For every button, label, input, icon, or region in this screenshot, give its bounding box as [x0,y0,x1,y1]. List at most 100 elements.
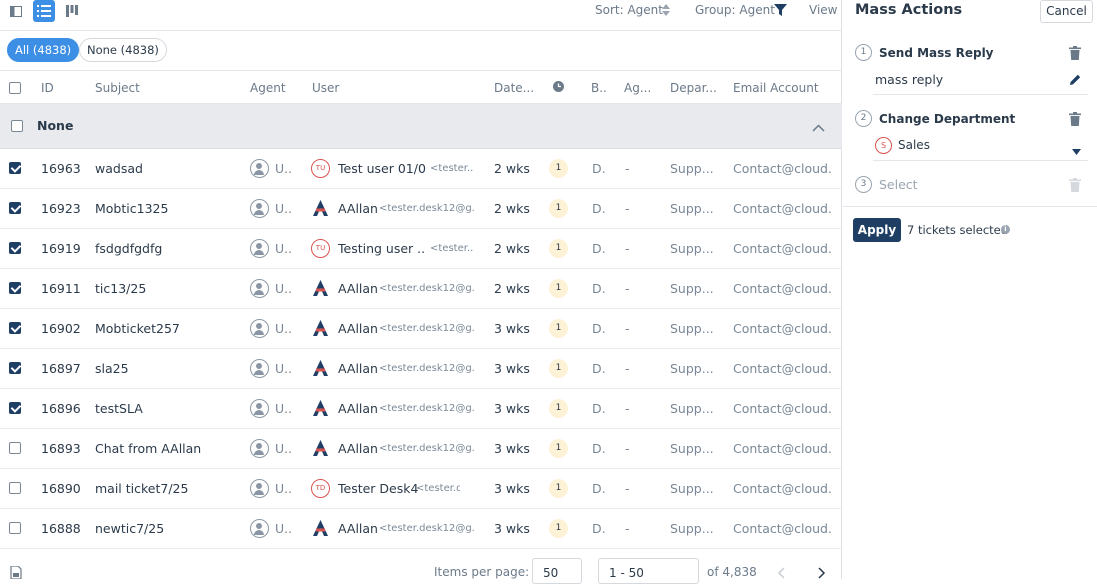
ticket-subject[interactable]: Chat from AAllan [95,441,245,456]
ticket-subject[interactable]: sla25 [95,361,245,376]
ticket-id[interactable]: 16963 [41,161,81,176]
user-name[interactable]: Test user 01/07 [338,161,426,176]
ticket-id[interactable]: 16893 [41,441,81,456]
row-checkbox[interactable] [9,402,21,414]
row-checkbox[interactable] [9,442,21,454]
table-row[interactable]: 16923 Mobtic1325 U.. AAllan <tester.desk12@g… [0,189,842,229]
row-checkbox[interactable] [9,242,21,254]
user-email: <tester.desk12@g... [379,363,474,374]
count-badge: 1 [549,319,568,338]
email-account-value: Contact@cloud... [733,401,833,416]
group-header-row[interactable]: None [0,104,842,149]
clock-icon[interactable] [553,81,564,95]
row-checkbox[interactable] [9,322,21,334]
user-email: <tester.desk12@g... [379,323,474,334]
group-button[interactable]: Group: Agent [695,3,775,17]
b-value: D. [592,281,606,296]
ticket-subject[interactable]: fsdgdfgdfg [95,241,245,256]
ticket-id[interactable]: 16896 [41,401,81,416]
table-row[interactable]: 16963 wadsad U.. TU Test user 01/07 <tester..… [0,149,842,189]
ticket-subject[interactable]: tic13/25 [95,281,245,296]
agent-name: U.. [275,481,293,496]
table-row[interactable]: 16893 Chat from AAllan U.. AAllan <tester.de… [0,429,842,469]
column-department[interactable]: Depar... [670,81,717,95]
row-checkbox[interactable] [9,162,21,174]
group-label: None [37,118,74,133]
page-range-select[interactable]: 1 - 50 [598,558,699,584]
ticket-subject[interactable]: mail ticket7/25 [95,481,245,496]
edit-pencil-icon[interactable] [1070,73,1081,88]
column-agent[interactable]: Agent [250,81,286,95]
count-badge: 1 [549,399,568,418]
table-row[interactable]: 16896 testSLA U.. AAllan <tester.desk12@g...… [0,389,842,429]
department-select[interactable]: Sales [898,138,930,152]
ticket-subject[interactable]: Mobticket257 [95,321,245,336]
ticket-subject[interactable]: testSLA [95,401,245,416]
export-icon[interactable] [10,565,22,582]
table-row[interactable]: 16919 fsdgdfgdfg U.. TU Testing user ... <tes… [0,229,842,269]
table-row[interactable]: 16911 tic13/25 U.. AAllan <tester.desk12@g..… [0,269,842,309]
ticket-id[interactable]: 16888 [41,521,81,536]
view-button[interactable]: View [809,3,837,17]
table-row[interactable]: 16897 sla25 U.. AAllan <tester.desk12@g... 3 … [0,349,842,389]
ticket-id[interactable]: 16897 [41,361,81,376]
row-checkbox[interactable] [9,282,21,294]
ticket-date: 2 wks [494,201,530,216]
select-action-dropdown[interactable]: Select [879,177,918,192]
mass-reply-value[interactable]: mass reply [875,72,943,87]
group-select-checkbox[interactable] [11,120,23,132]
column-ag[interactable]: Ag... [624,81,651,95]
b-value: D. [592,361,606,376]
row-checkbox[interactable] [9,522,21,534]
ticket-id[interactable]: 16902 [41,321,81,336]
b-value: D. [592,401,606,416]
sort-button[interactable]: Sort: Agent [595,3,663,17]
filter-all-pill[interactable]: All (4838) [7,38,80,62]
prev-page-icon[interactable] [777,567,785,582]
mass-actions-title: Mass Actions [855,2,963,18]
ticket-subject[interactable]: newtic7/25 [95,521,245,536]
info-icon[interactable]: i [1001,225,1010,234]
filter-icon[interactable] [774,4,787,19]
ticket-id[interactable]: 16890 [41,481,81,496]
ticket-subject[interactable]: wadsad [95,161,245,176]
sidebar-toggle-icon[interactable] [5,0,27,22]
ticket-subject[interactable]: Mobtic1325 [95,201,245,216]
email-account-value: Contact@cloud... [733,441,833,456]
row-checkbox[interactable] [9,362,21,374]
row-checkbox[interactable] [9,202,21,214]
department-value: Supp... [670,481,714,496]
ticket-id[interactable]: 16923 [41,201,81,216]
table-row[interactable]: 16888 newtic7/25 U.. AAllan <tester.desk12@g… [0,509,842,549]
column-email-account[interactable]: Email Account [733,81,819,95]
column-user[interactable]: User [312,81,339,95]
board-view-icon[interactable] [61,0,83,22]
chevron-down-icon[interactable] [1072,143,1081,158]
row-checkbox[interactable] [9,482,21,494]
table-row[interactable]: 16902 Mobticket257 U.. AAllan <tester.desk12… [0,309,842,349]
list-view-icon[interactable] [33,0,55,22]
ag-value: - [625,521,630,536]
table-row[interactable]: 16890 mail ticket7/25 U.. TD Tester Desk4 <te… [0,469,842,509]
column-id[interactable]: ID [41,81,54,95]
user-name[interactable]: Tester Desk4 [338,481,426,496]
column-date[interactable]: Date... [494,81,534,95]
filter-none-pill[interactable]: None (4838) [79,38,167,62]
user-email: <tester.desk12@g... [379,203,474,214]
next-page-icon[interactable] [818,567,826,582]
chevron-up-icon[interactable] [812,120,825,135]
select-all-checkbox[interactable] [9,82,21,94]
pagination-footer: Items per page: 50 1 - 50 of 4,838 [0,550,842,584]
items-per-page-select[interactable]: 50 [532,558,582,584]
sort-icon[interactable] [662,4,670,19]
column-subject[interactable]: Subject [95,81,140,95]
ticket-id[interactable]: 16911 [41,281,81,296]
user-name[interactable]: Testing user ... [338,241,426,256]
apply-button[interactable]: Apply [853,218,901,242]
ticket-id[interactable]: 16919 [41,241,81,256]
delete-step-2-icon[interactable] [1069,112,1081,126]
b-value: D. [592,441,606,456]
delete-step-1-icon[interactable] [1069,46,1081,60]
cancel-button[interactable]: Cancel [1040,0,1093,23]
column-b[interactable]: B.. [591,81,607,95]
